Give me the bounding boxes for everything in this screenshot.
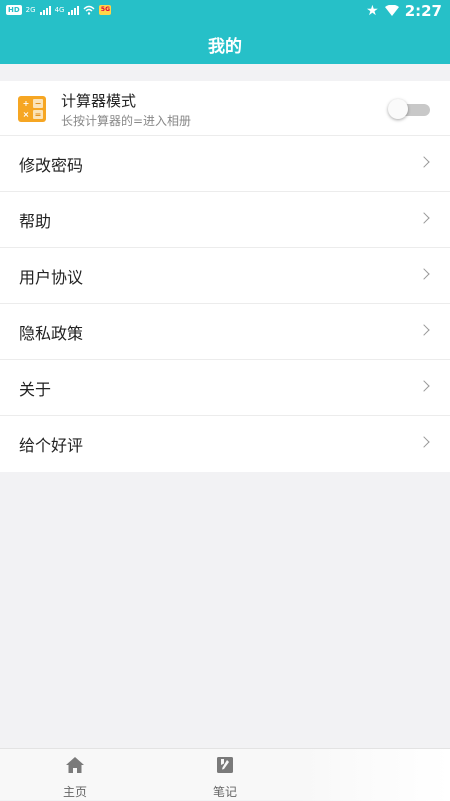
menu-item-label: 关于 bbox=[19, 379, 52, 399]
menu-item-label: 帮助 bbox=[19, 211, 52, 231]
wifi-icon bbox=[83, 5, 95, 15]
chevron-right-icon bbox=[418, 212, 430, 224]
status-icons-left: HD 2G 4G 5G bbox=[6, 5, 112, 15]
chevron-right-icon bbox=[418, 156, 430, 168]
menu-item-privacy-policy[interactable]: 隐私政策 bbox=[0, 304, 450, 360]
toggle-knob bbox=[388, 99, 408, 119]
hd-badge: HD bbox=[6, 5, 22, 15]
tab-notes-label: 笔记 bbox=[212, 785, 237, 799]
menu-item-label: 隐私政策 bbox=[19, 323, 84, 343]
wifi-strength-icon bbox=[384, 5, 399, 16]
menu-item-about[interactable]: 关于 bbox=[0, 360, 450, 416]
tab-home-label: 主页 bbox=[62, 785, 87, 799]
app-notification-icon: 5G bbox=[99, 5, 112, 15]
calculator-mode-subtitle: 长按计算器的=进入相册 bbox=[61, 114, 192, 128]
bottom-nav: 主页 笔记 bbox=[0, 748, 450, 801]
tab-notes[interactable]: 笔记 bbox=[150, 749, 300, 801]
network-label-1: 2G bbox=[25, 6, 36, 14]
chevron-right-icon bbox=[418, 268, 430, 280]
chevron-right-icon bbox=[418, 324, 430, 336]
home-icon bbox=[66, 757, 84, 773]
calculator-mode-toggle[interactable] bbox=[388, 99, 430, 119]
status-icons-right: ★ 2:27 bbox=[366, 2, 442, 20]
clock: 2:27 bbox=[404, 2, 442, 20]
menu-item-change-password[interactable]: 修改密码 bbox=[0, 136, 450, 192]
chevron-right-icon bbox=[418, 380, 430, 392]
calculator-mode-title: 计算器模式 bbox=[61, 92, 137, 110]
settings-menu: 修改密码 帮助 用户协议 隐私政策 关于 给个好评 bbox=[0, 136, 450, 472]
menu-item-label: 给个好评 bbox=[19, 436, 84, 455]
menu-item-user-agreement[interactable]: 用户协议 bbox=[0, 248, 450, 304]
signal-icon-2 bbox=[68, 5, 80, 15]
tab-third-faded bbox=[300, 749, 450, 801]
tab-home[interactable]: 主页 bbox=[0, 749, 150, 801]
calculator-mode-row: + − × = 计算器模式 长按计算器的=进入相册 bbox=[0, 81, 450, 136]
page-title-bar: 我的 bbox=[0, 24, 450, 64]
status-bar: HD 2G 4G 5G ★ 2:27 bbox=[0, 0, 450, 24]
menu-item-label: 修改密码 bbox=[19, 155, 84, 175]
menu-item-label: 用户协议 bbox=[19, 267, 84, 287]
chevron-right-icon bbox=[418, 436, 430, 448]
page-title: 我的 bbox=[208, 36, 242, 57]
calculator-icon: + − × = bbox=[18, 96, 46, 122]
network-label-2: 4G bbox=[54, 6, 65, 14]
menu-item-rate-us[interactable]: 给个好评 bbox=[0, 416, 450, 472]
signal-icon bbox=[39, 5, 51, 15]
star-icon: ★ bbox=[366, 3, 379, 19]
menu-item-help[interactable]: 帮助 bbox=[0, 192, 450, 248]
notes-icon bbox=[217, 757, 233, 773]
